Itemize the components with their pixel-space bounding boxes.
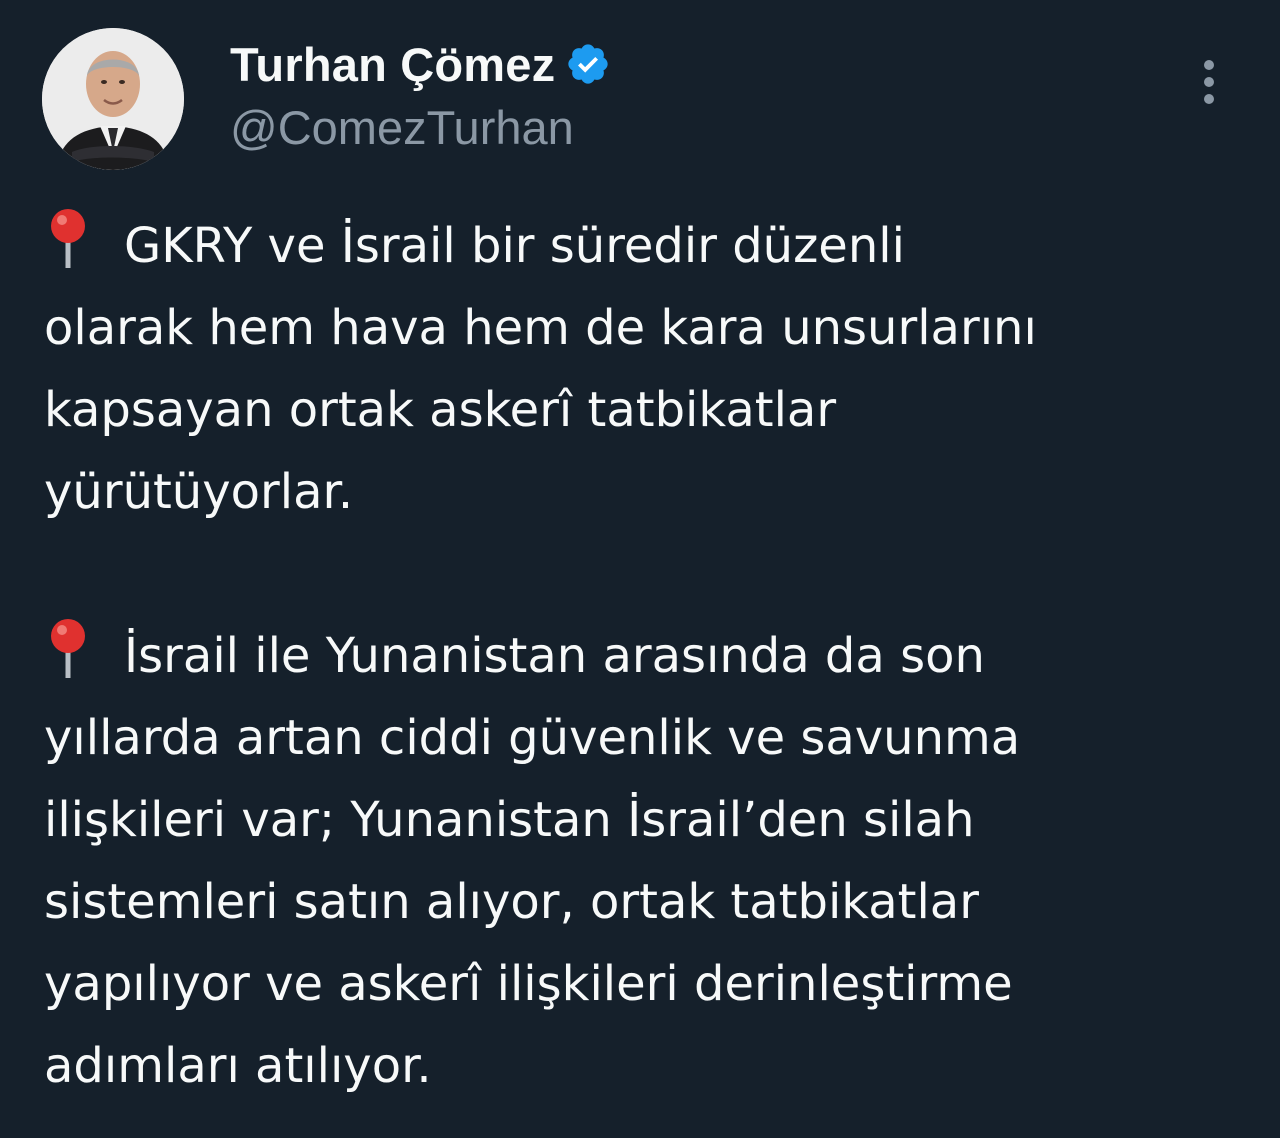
tweet: Turhan Çömez @ComezTurhan GKRY ve İsrail… bbox=[0, 0, 1280, 1138]
tweet-line: ilişkileri var; Yunanistan İsrail’den si… bbox=[44, 792, 975, 848]
tweet-line: sistemleri satın alıyor, ortak tatbikatl… bbox=[44, 874, 979, 930]
tweet-line-text: GKRY ve İsrail bir süredir düzenli bbox=[124, 218, 905, 274]
handle[interactable]: @ComezTurhan bbox=[230, 100, 574, 155]
name-row: Turhan Çömez bbox=[230, 36, 611, 92]
display-name[interactable]: Turhan Çömez bbox=[230, 37, 555, 92]
tweet-text: GKRY ve İsrail bir süredir düzenli olara… bbox=[44, 205, 1244, 1107]
round-pushpin-icon bbox=[44, 208, 100, 271]
more-vertical-icon[interactable] bbox=[1197, 60, 1221, 110]
tweet-line: yıllarda artan ciddi güvenlik ve savunma bbox=[44, 710, 1021, 766]
tweet-line: GKRY ve İsrail bir süredir düzenli bbox=[44, 205, 1244, 287]
tweet-line: yapılıyor ve askerî ilişkileri derinleşt… bbox=[44, 956, 1013, 1012]
avatar-photo bbox=[42, 28, 184, 170]
tweet-line: İsrail ile Yunanistan arasında da son bbox=[44, 615, 1244, 697]
tweet-line: adımları atılıyor. bbox=[44, 1038, 432, 1094]
round-pushpin-icon bbox=[44, 618, 100, 681]
tweet-line-text: İsrail ile Yunanistan arasında da son bbox=[124, 628, 985, 684]
tweet-line: kapsayan ortak askerî tatbikatlar bbox=[44, 382, 837, 438]
avatar[interactable] bbox=[42, 28, 184, 170]
verified-badge-icon bbox=[565, 41, 611, 87]
tweet-header: Turhan Çömez @ComezTurhan bbox=[42, 28, 1242, 170]
tweet-paragraph-1: GKRY ve İsrail bir süredir düzenli olara… bbox=[44, 205, 1244, 533]
tweet-line: olarak hem hava hem de kara unsurlarını bbox=[44, 300, 1037, 356]
tweet-paragraph-2: İsrail ile Yunanistan arasında da son yı… bbox=[44, 615, 1244, 1107]
tweet-line: yürütüyorlar. bbox=[44, 464, 354, 520]
